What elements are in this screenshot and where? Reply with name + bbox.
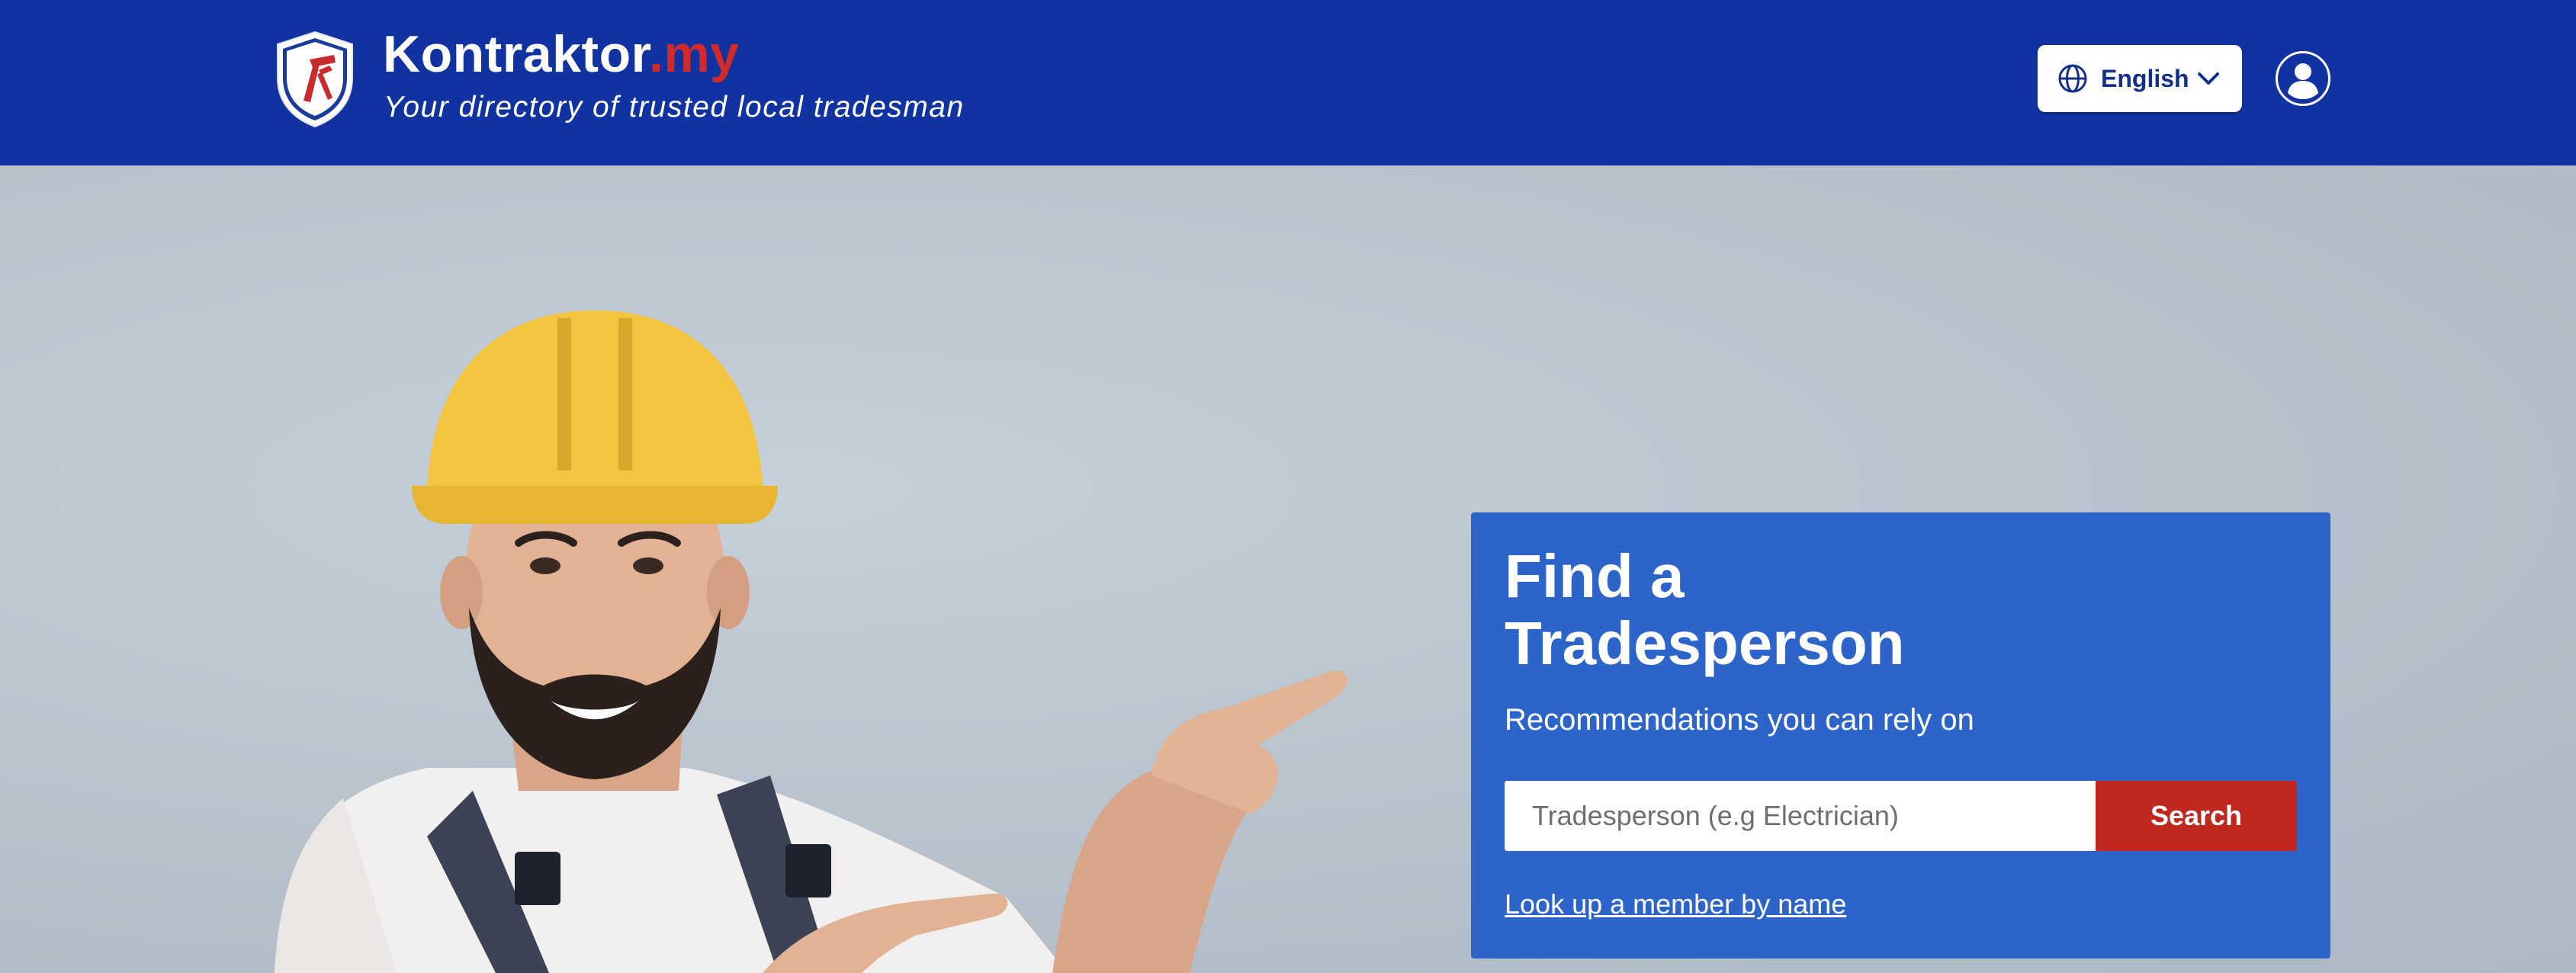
find-tradesperson-card: Find a Tradesperson Recommendations you … (1471, 512, 2330, 959)
globe-icon (2058, 64, 2087, 93)
lookup-member-link[interactable]: Look up a member by name (1505, 886, 1846, 923)
brand-tagline: Your directory of trusted local tradesma… (384, 91, 965, 124)
language-selector[interactable]: English (2038, 45, 2242, 112)
shield-logo-icon[interactable] (275, 31, 355, 128)
chevron-down-icon (2198, 72, 2219, 85)
brand-tld: .my (648, 25, 740, 83)
card-title: Find a Tradesperson (1505, 543, 2038, 677)
card-title-line1: Find a (1505, 542, 1685, 610)
card-subtitle: Recommendations you can rely on (1505, 703, 1974, 737)
brand-name-text: Kontraktor (383, 25, 649, 83)
site-header: Kontraktor.my Your directory of trusted … (0, 0, 2576, 165)
account-button[interactable] (2276, 51, 2330, 106)
language-label: English (2101, 65, 2189, 92)
hero-section: Find a Tradesperson Recommendations you … (0, 165, 2576, 973)
tradesperson-search-input[interactable] (1505, 781, 2096, 851)
card-title-line2: Tradesperson (1505, 609, 1905, 677)
user-avatar-icon (2288, 63, 2318, 99)
brand-name[interactable]: Kontraktor.my (383, 23, 740, 85)
hero-worker-image (275, 310, 1347, 973)
search-button[interactable]: Search (2096, 781, 2297, 851)
